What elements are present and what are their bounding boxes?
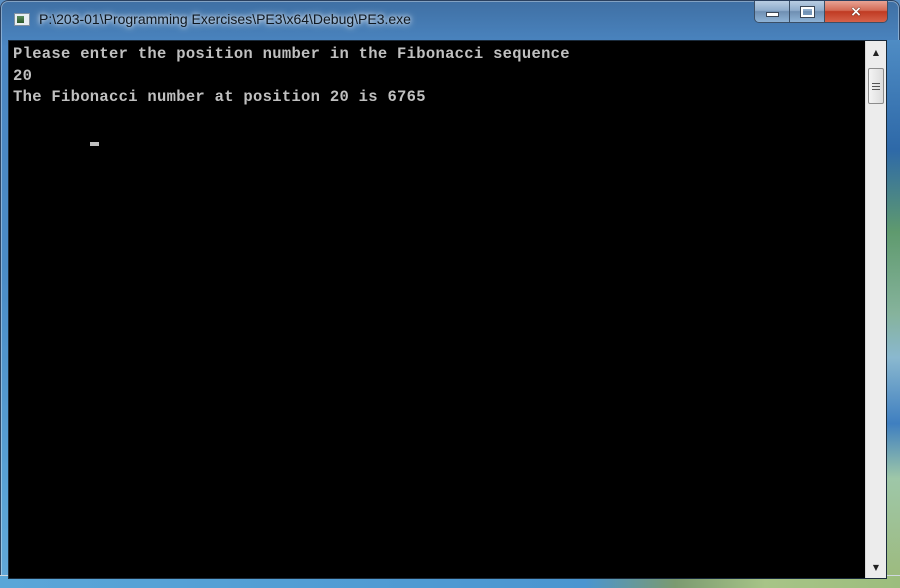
minimize-icon [765,12,779,17]
console-window: P:\203-01\Programming Exercises\PE3\x64\… [0,0,900,588]
window-title: P:\203-01\Programming Exercises\PE3\x64\… [39,11,411,27]
grip-line-icon [872,85,880,87]
scroll-down-button[interactable]: ▼ [866,558,886,576]
title-bar[interactable]: P:\203-01\Programming Exercises\PE3\x64\… [0,0,900,40]
console-cursor-line [13,109,865,146]
close-icon: × [850,3,862,20]
console-client-area: Please enter the position number in the … [8,40,887,579]
grip-line-icon [872,88,880,90]
arrow-up-icon: ▲ [872,47,880,57]
vertical-scrollbar[interactable]: ▲ ▼ [865,41,886,578]
console-app-icon[interactable] [14,13,30,26]
text-cursor-icon [89,142,99,146]
caption-buttons: × [754,1,888,23]
console-output[interactable]: Please enter the position number in the … [9,41,865,578]
maximize-icon [799,5,815,18]
close-button[interactable]: × [825,1,887,22]
arrow-down-icon: ▼ [872,562,880,572]
maximize-button[interactable] [790,1,825,22]
minimize-button[interactable] [755,1,790,22]
console-line-result: The Fibonacci number at position 20 is 6… [13,88,426,106]
console-line-input: 20 [13,66,33,85]
scroll-up-button[interactable]: ▲ [866,43,886,61]
grip-line-icon [872,82,880,84]
scroll-thumb[interactable] [868,68,884,104]
console-line-prompt: Please enter the position number in the … [13,45,570,63]
